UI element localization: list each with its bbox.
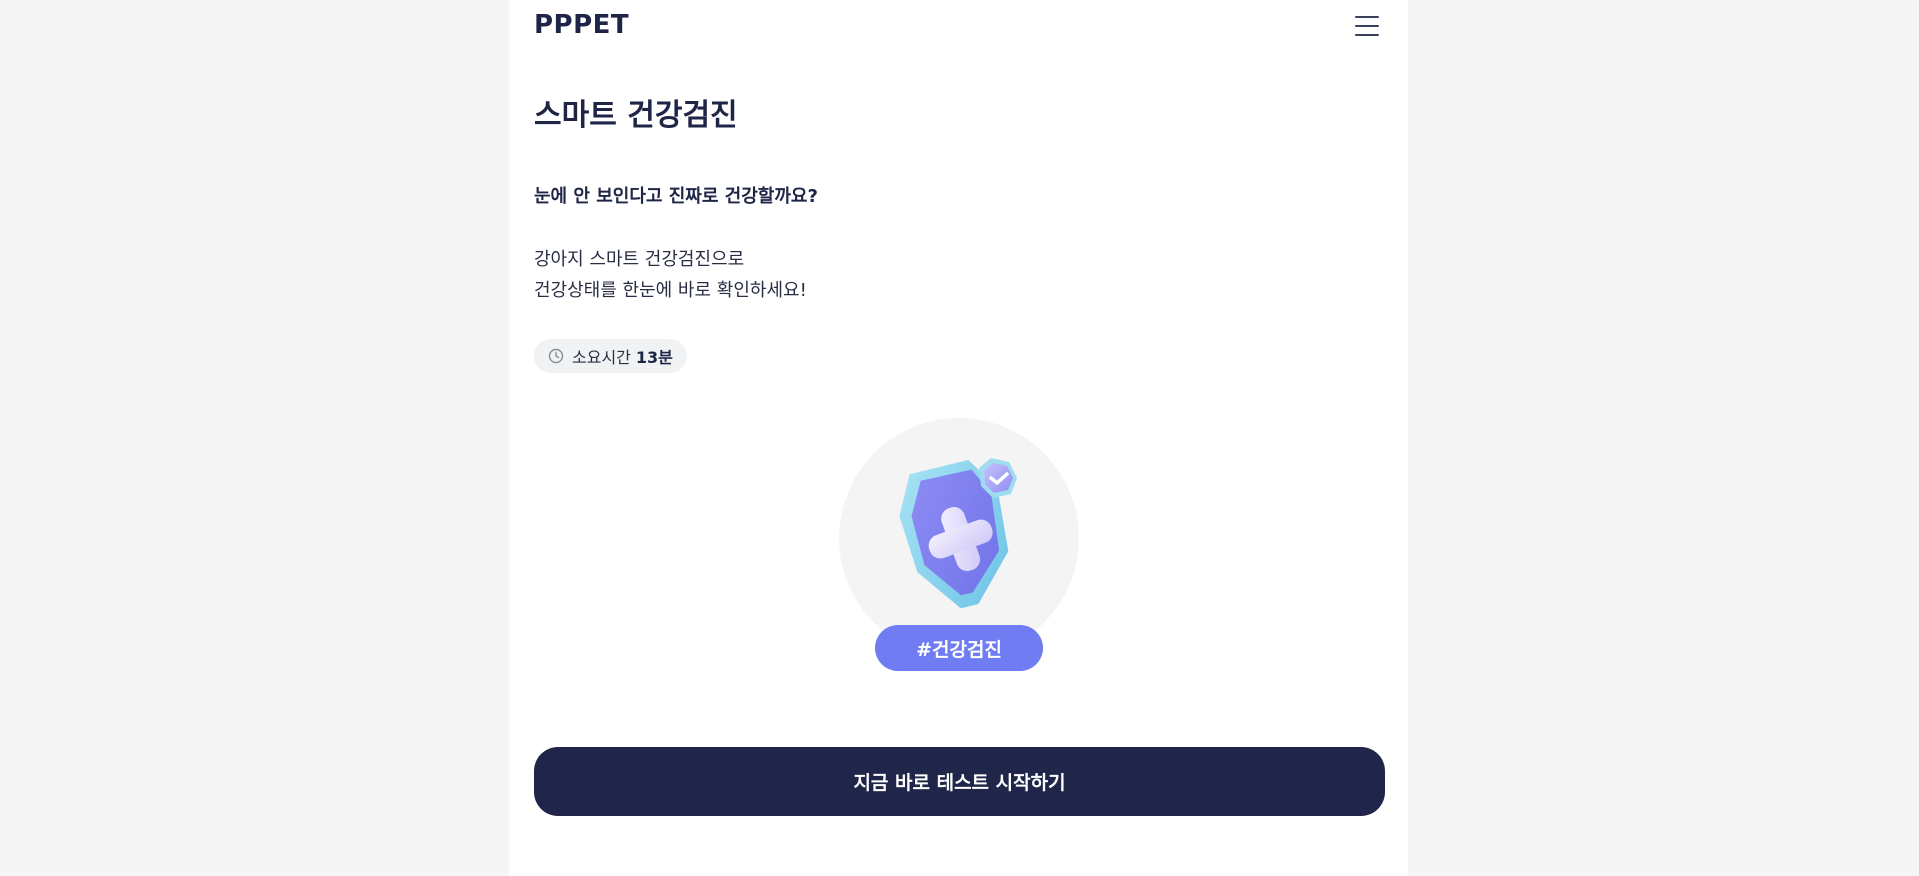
start-test-button[interactable]: 지금 바로 테스트 시작하기 [534,747,1385,816]
menu-line [1355,16,1379,18]
header: PPPET [509,0,1408,56]
description-line: 건강상태를 한눈에 바로 확인하세요! [534,280,807,301]
logo[interactable]: PPPET [534,10,629,40]
menu-line [1355,25,1379,27]
description-line: 강아지 스마트 건강검진으로 [534,249,745,270]
duration-label: 소요시간 [572,348,631,367]
page-title: 스마트 건강검진 [534,98,738,133]
duration-value: 13분 [635,348,673,367]
clock-icon [548,348,564,364]
hashtag-badge: #건강검진 [875,625,1043,671]
page-container: PPPET 스마트 건강검진 눈에 안 보인다고 진짜로 건강할까요? 강아지 … [509,0,1408,876]
duration-badge: 소요시간 13분 [534,339,687,373]
health-shield-icon [899,458,1017,609]
intro-question: 눈에 안 보인다고 진짜로 건강할까요? [534,186,818,207]
menu-line [1355,34,1379,36]
hamburger-menu-icon[interactable] [1355,14,1381,38]
description: 강아지 스마트 건강검진으로 건강상태를 한눈에 바로 확인하세요! [534,244,807,306]
